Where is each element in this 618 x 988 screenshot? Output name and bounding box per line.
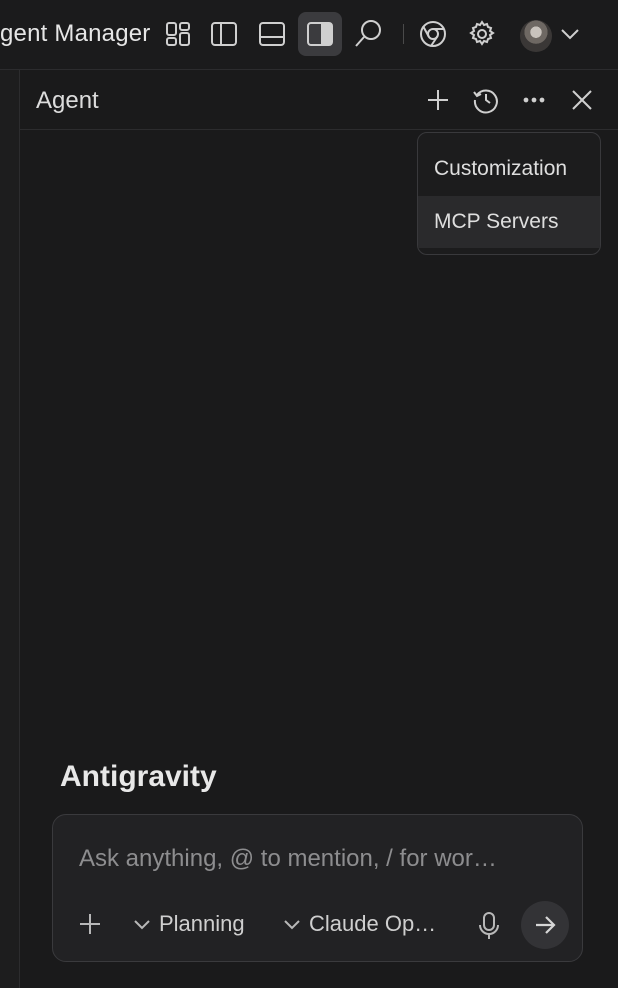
top-toolbar: gent Manager [0, 0, 618, 70]
send-button[interactable] [521, 901, 569, 949]
chevron-down-icon [284, 920, 300, 930]
mode-selector[interactable]: Planning [133, 911, 245, 937]
toolbar-divider [403, 24, 404, 44]
left-gutter [0, 70, 20, 988]
chevron-down-icon[interactable] [552, 16, 588, 52]
search-icon[interactable] [350, 16, 386, 52]
gear-icon[interactable] [464, 16, 500, 52]
agent-panel-header: Agent [20, 70, 618, 130]
plus-icon[interactable] [422, 84, 454, 116]
more-options-menu: Customization MCP Servers [417, 132, 601, 255]
chevron-down-icon [134, 920, 150, 930]
avatar[interactable] [520, 20, 552, 52]
panel-bottom-icon[interactable] [254, 16, 290, 52]
add-context-button[interactable] [79, 913, 101, 935]
close-icon[interactable] [566, 84, 598, 116]
panel-title: Agent [36, 87, 99, 114]
model-label: Claude Op… [309, 911, 437, 936]
microphone-icon[interactable] [477, 911, 501, 941]
plus-icon [80, 914, 100, 934]
history-icon[interactable] [470, 84, 502, 116]
model-selector[interactable]: Claude Op… [283, 911, 436, 937]
sidebar-right-icon[interactable] [298, 12, 342, 56]
sidebar-left-icon[interactable] [206, 16, 242, 52]
chrome-icon[interactable] [415, 16, 451, 52]
menu-item-mcp-servers[interactable]: MCP Servers [418, 196, 600, 248]
arrow-right-icon [536, 916, 556, 934]
window-title: gent Manager [0, 20, 151, 47]
chat-input[interactable]: Ask anything, @ to mention, / for wor… [79, 845, 497, 873]
brand-heading: Antigravity [60, 760, 217, 793]
mode-label: Planning [159, 911, 245, 936]
menu-item-customization[interactable]: Customization [418, 143, 600, 195]
chat-composer: Ask anything, @ to mention, / for wor… P… [52, 814, 583, 962]
layout-icon[interactable] [160, 16, 196, 52]
agent-panel: Agent Customization MCP Servers Antigrav… [20, 70, 618, 988]
more-icon[interactable] [518, 84, 550, 116]
